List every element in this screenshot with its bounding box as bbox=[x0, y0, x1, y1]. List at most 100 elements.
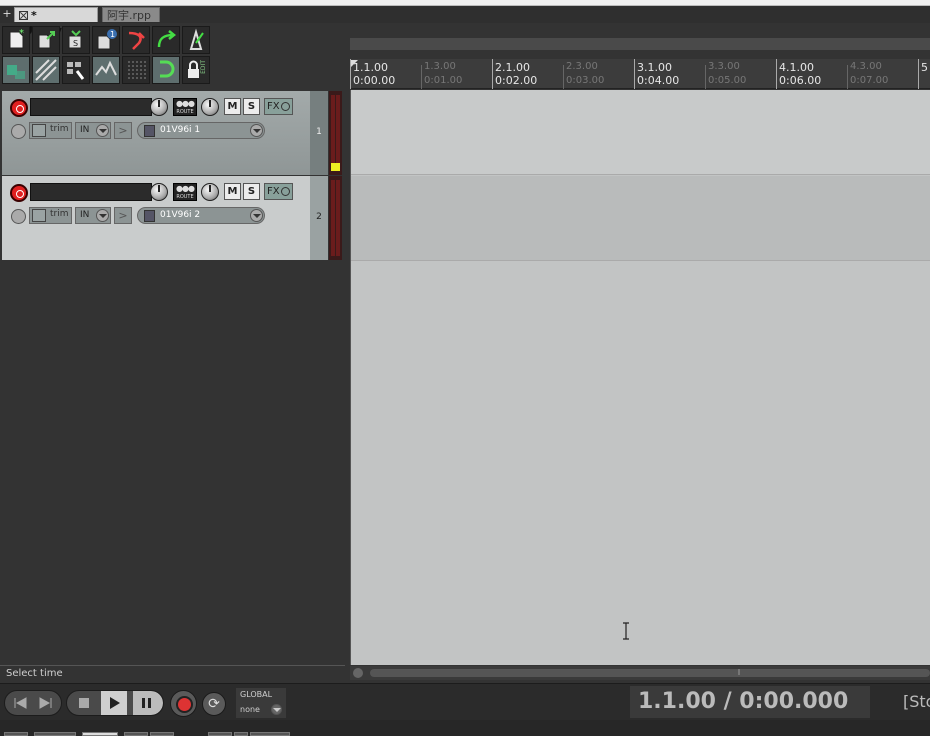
docker-tab[interactable] bbox=[150, 732, 174, 736]
track-panel-2[interactable]: ●●● ROUTE M S FX trim IN > 01V96i 2 bbox=[2, 176, 310, 260]
metronome-button[interactable] bbox=[182, 26, 210, 54]
record-button[interactable] bbox=[170, 690, 197, 717]
docker-tab[interactable] bbox=[4, 732, 28, 736]
chevron-down-icon bbox=[271, 704, 282, 715]
new-project-button[interactable]: * bbox=[2, 26, 30, 54]
track-lane-2[interactable] bbox=[351, 176, 930, 261]
time-display[interactable]: 1.1.00 / 0:00.000 bbox=[630, 686, 870, 718]
volume-knob[interactable] bbox=[150, 183, 168, 201]
envelope-lock-button[interactable] bbox=[92, 56, 120, 84]
input-select[interactable]: 01V96i 1 bbox=[137, 122, 265, 139]
ruler-tick-major bbox=[350, 59, 351, 89]
close-icon[interactable] bbox=[19, 11, 28, 20]
record-arm-button[interactable] bbox=[10, 99, 28, 117]
scrollbar-grip bbox=[738, 669, 740, 675]
chevron-down-icon bbox=[250, 209, 263, 222]
ripple-edit-button[interactable] bbox=[32, 56, 60, 84]
mute-button[interactable]: M bbox=[224, 98, 241, 115]
stop-icon bbox=[79, 698, 89, 708]
global-automation-mode[interactable]: GLOBAL none bbox=[236, 688, 286, 718]
chevron-down-icon bbox=[96, 209, 109, 222]
pause-icon bbox=[142, 698, 151, 708]
envelope-button[interactable]: trim bbox=[29, 207, 72, 224]
ruler-bar-label: 4.3.00 bbox=[850, 61, 882, 72]
add-tab-button[interactable]: + bbox=[2, 7, 12, 21]
phase-invert-icon[interactable] bbox=[11, 209, 26, 224]
docker-tab[interactable] bbox=[82, 732, 118, 736]
docker-tab[interactable] bbox=[34, 732, 76, 736]
record-mode-button[interactable]: > bbox=[114, 207, 132, 224]
track-lane-1[interactable] bbox=[351, 90, 930, 175]
ruler-tick-minor bbox=[421, 65, 422, 89]
route-button[interactable]: ●●● ROUTE bbox=[173, 98, 197, 116]
solo-button[interactable]: S bbox=[243, 183, 260, 200]
project-settings-icon: 1 bbox=[97, 29, 117, 50]
transport-bar: ⟳ GLOBAL none 1.1.00 / 0:00.000 [Stopped… bbox=[0, 683, 930, 720]
timeline-region-bar[interactable] bbox=[350, 38, 930, 50]
docker-tab[interactable] bbox=[250, 732, 290, 736]
redo-icon bbox=[157, 30, 177, 48]
record-monitor-button[interactable]: IN bbox=[75, 207, 111, 224]
meter-clip-indicator bbox=[331, 163, 340, 171]
route-button[interactable]: ●●● ROUTE bbox=[173, 183, 197, 201]
track-name-field[interactable] bbox=[30, 98, 152, 116]
lock-label: EDIT bbox=[200, 60, 207, 74]
snap-button[interactable] bbox=[152, 56, 180, 84]
tab-unsaved[interactable]: *[Unsaved] bbox=[14, 7, 98, 37]
grid-snap-button[interactable] bbox=[2, 56, 30, 84]
input-select[interactable]: 01V96i 2 bbox=[137, 207, 265, 224]
go-to-start-button[interactable] bbox=[7, 691, 33, 715]
ruler-bar-label: 3.1.00 bbox=[637, 61, 672, 74]
ruler-time-label: 0:07.00 bbox=[850, 75, 889, 86]
timeline-ruler[interactable]: 1.1.00 0:00.00 1.3.00 0:01.00 2.1.00 0:0… bbox=[350, 59, 930, 89]
track-number-2[interactable]: 2 bbox=[310, 176, 328, 260]
solo-button[interactable]: S bbox=[243, 98, 260, 115]
open-project-button[interactable] bbox=[32, 26, 60, 54]
play-button[interactable] bbox=[101, 691, 127, 715]
record-arm-button[interactable] bbox=[10, 184, 28, 202]
fx-bypass-icon[interactable] bbox=[281, 102, 290, 111]
undo-button[interactable] bbox=[122, 26, 150, 54]
docker-tab[interactable] bbox=[124, 732, 148, 736]
pan-knob[interactable] bbox=[201, 98, 219, 116]
save-project-button[interactable]: S bbox=[62, 26, 90, 54]
scrollbar-thumb[interactable] bbox=[370, 669, 930, 677]
docker-tab[interactable] bbox=[208, 732, 232, 736]
track-number-1[interactable]: 1 bbox=[310, 91, 328, 175]
svg-text:S: S bbox=[73, 39, 78, 48]
ibeam-cursor-icon bbox=[623, 622, 629, 640]
fx-button[interactable]: FX bbox=[264, 98, 293, 115]
fx-bypass-icon[interactable] bbox=[281, 187, 290, 196]
fx-button[interactable]: FX bbox=[264, 183, 293, 200]
pause-button[interactable] bbox=[133, 691, 163, 715]
go-to-end-button[interactable] bbox=[33, 691, 59, 715]
record-monitor-button[interactable]: IN bbox=[75, 122, 111, 139]
arrange-view[interactable] bbox=[350, 90, 930, 665]
fx-label: FX bbox=[267, 186, 280, 197]
ruler-time-label: 0:06.00 bbox=[779, 74, 822, 87]
tab-ayu-rpp[interactable]: 阿宇.rpp bbox=[102, 7, 160, 22]
volume-knob[interactable] bbox=[150, 98, 168, 116]
scroll-left-icon[interactable] bbox=[353, 668, 363, 678]
project-settings-button[interactable]: 1 bbox=[92, 26, 120, 54]
ruler-tick-major bbox=[776, 59, 777, 89]
status-text: Select time bbox=[0, 665, 345, 681]
repeat-toggle[interactable]: ⟳ bbox=[202, 692, 226, 716]
pan-knob[interactable] bbox=[201, 183, 219, 201]
mute-button[interactable]: M bbox=[224, 183, 241, 200]
track-panel-1[interactable]: ●●● ROUTE M S FX trim IN > 01V96i 1 bbox=[2, 91, 310, 175]
horizontal-scrollbar[interactable] bbox=[350, 666, 930, 680]
ruler-bar-label: 4.1.00 bbox=[779, 61, 814, 74]
envelope-button[interactable]: trim bbox=[29, 122, 72, 139]
grid-lines-button[interactable] bbox=[122, 56, 150, 84]
svg-text:1: 1 bbox=[110, 30, 115, 39]
redo-button[interactable] bbox=[152, 26, 180, 54]
docker-tab[interactable] bbox=[234, 732, 248, 736]
auto-crossfade-button[interactable] bbox=[62, 56, 90, 84]
track-name-field[interactable] bbox=[30, 183, 152, 201]
undo-icon bbox=[128, 31, 145, 50]
meter-left bbox=[331, 95, 335, 171]
phase-invert-icon[interactable] bbox=[11, 124, 26, 139]
stop-button[interactable] bbox=[71, 691, 97, 715]
record-mode-button[interactable]: > bbox=[114, 122, 132, 139]
